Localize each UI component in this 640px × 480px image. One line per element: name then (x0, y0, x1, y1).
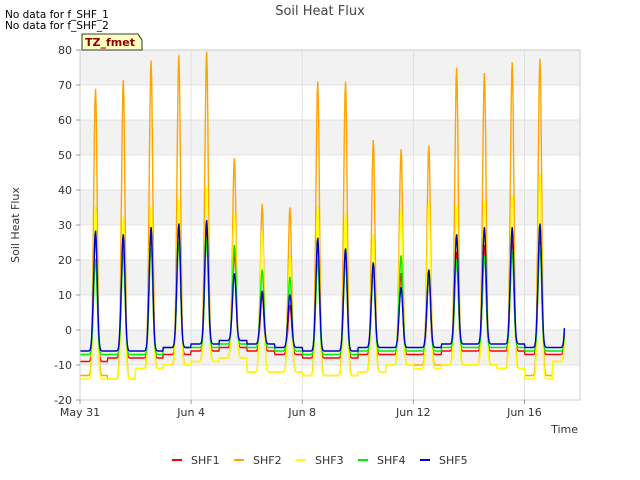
x-tick-label: Jun 12 (395, 406, 431, 419)
x-tick-label: Jun 8 (287, 406, 316, 419)
no-data-note-2: No data for f_SHF_2 (5, 20, 109, 32)
legend-label: SHF4 (377, 454, 406, 467)
site-badge: TZ_fmet (81, 33, 143, 51)
legend-label: SHF1 (191, 454, 220, 467)
legend: SHF1 SHF2 SHF3 SHF4 SHF5 (172, 454, 468, 467)
x-axis-label: Time (550, 423, 578, 436)
chart: -20-1001020304050607080 May 31 Jun 4 Jun 8… (5, 4, 581, 467)
y-tick-label: 60 (58, 114, 72, 127)
y-tick-label: 10 (58, 289, 72, 302)
y-tick-label: 0 (65, 324, 72, 337)
x-tick-label: Jun 16 (506, 406, 542, 419)
legend-label: SHF5 (439, 454, 468, 467)
chart-title: Soil Heat Flux (275, 4, 365, 19)
y-tick-label: 80 (58, 44, 72, 57)
y-tick-label: 30 (58, 219, 72, 232)
x-ticks: May 31 Jun 4 Jun 8 Jun 12 Jun 16 (60, 400, 542, 419)
y-tick-label: -10 (54, 359, 72, 372)
x-tick-label: Jun 4 (176, 406, 205, 419)
y-tick-label: 70 (58, 79, 72, 92)
legend-label: SHF3 (315, 454, 344, 467)
y-ticks: -20-1001020304050607080 (54, 44, 80, 407)
legend-label: SHF2 (253, 454, 282, 467)
y-tick-label: 50 (58, 149, 72, 162)
y-tick-label: 40 (58, 184, 72, 197)
y-tick-label: 20 (58, 254, 72, 267)
site-badge-label: TZ_fmet (85, 36, 135, 49)
x-tick-label: May 31 (60, 406, 100, 419)
y-axis-label: Soil Heat Flux (9, 187, 22, 263)
